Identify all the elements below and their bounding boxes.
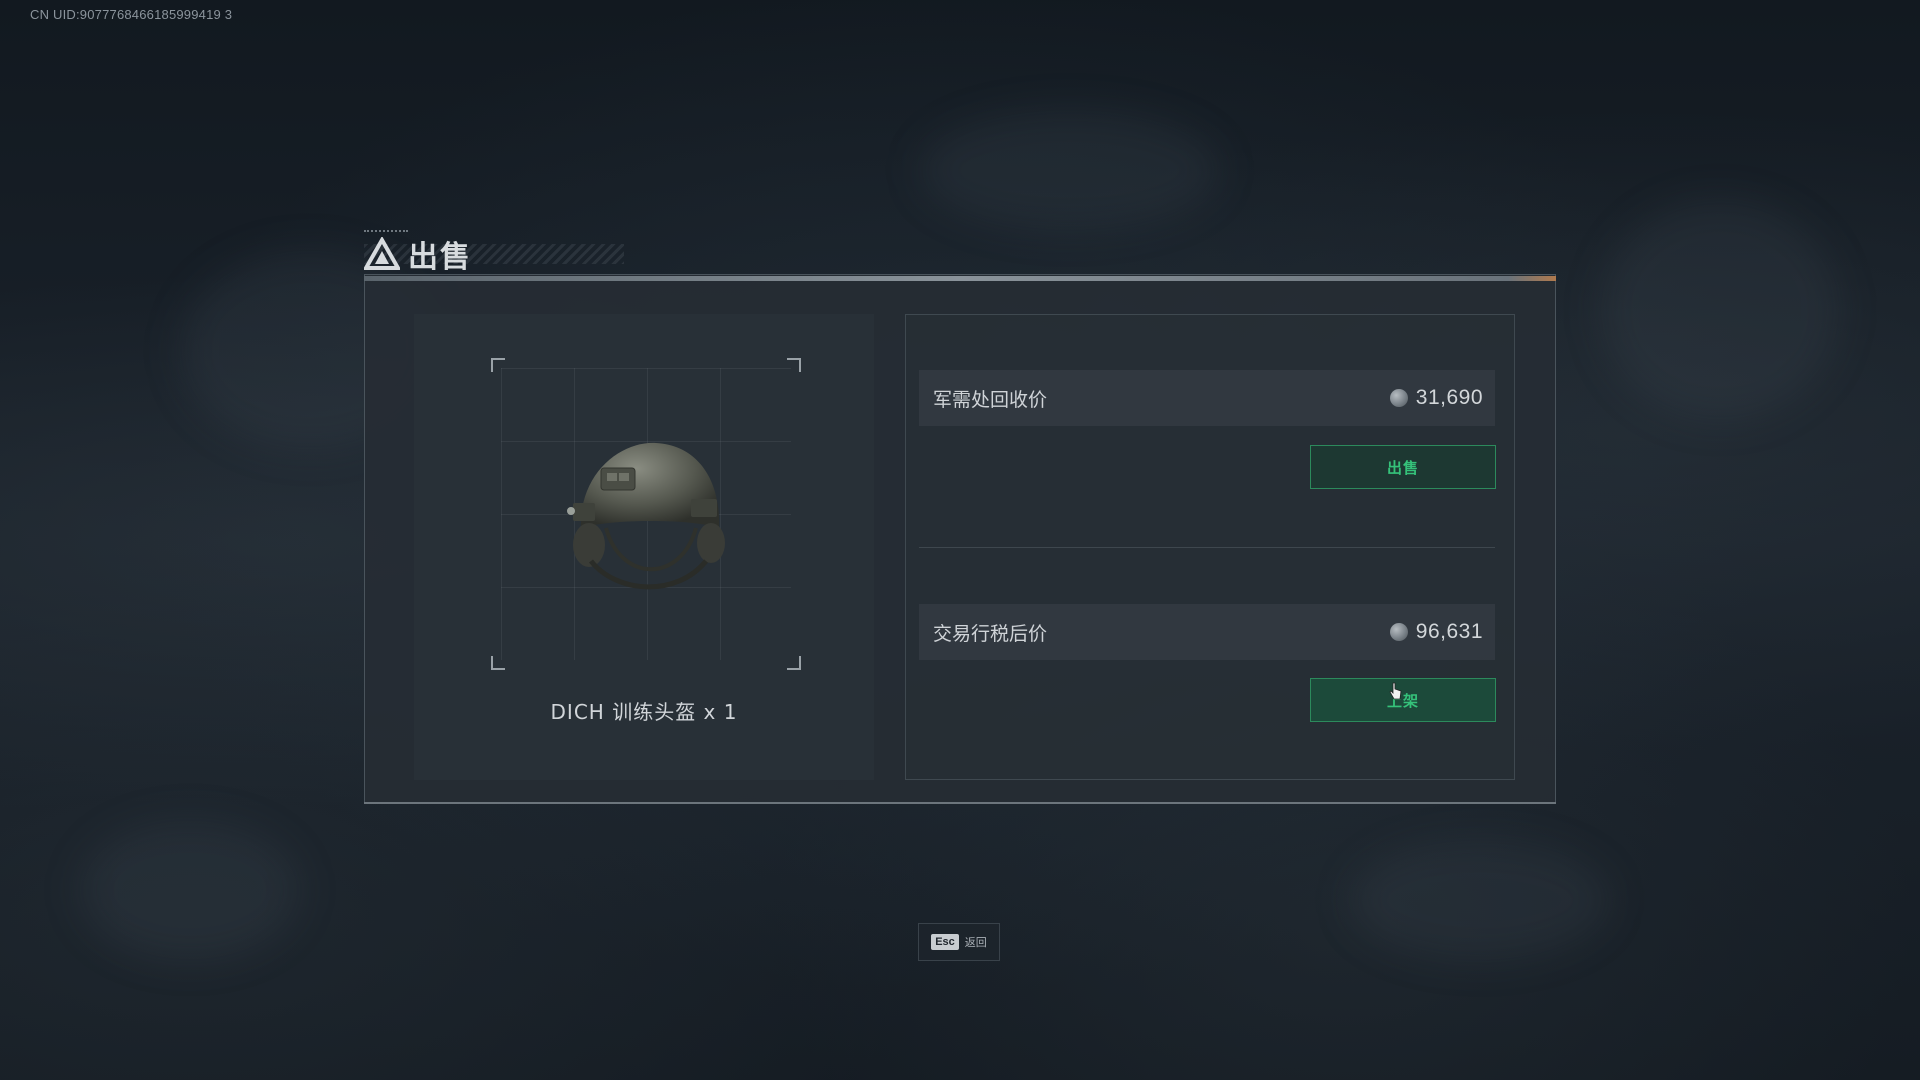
dialog-title-text: 出售 (408, 240, 472, 275)
recycle-price-row: 军需处回收价 31,690 (919, 370, 1495, 426)
list-button[interactable]: 上架 (1310, 678, 1496, 722)
market-price-label: 交易行税后价 (933, 623, 1048, 645)
market-price-row: 交易行税后价 96,631 (919, 604, 1495, 660)
dialog-bottom-line (364, 802, 1556, 804)
mouse-cursor-icon (1389, 682, 1402, 700)
back-label: 返回 (964, 936, 987, 949)
coin-icon (1389, 623, 1408, 641)
market-price-value-group: 96,631 (1389, 620, 1483, 644)
item-name: DICH 训练头盔 x 1 (550, 700, 738, 724)
recycle-price-label: 军需处回收价 (933, 389, 1048, 411)
sell-button[interactable]: 出售 (1310, 445, 1496, 489)
esc-back-hint[interactable]: Esc 返回 (918, 923, 1000, 961)
recycle-price-value-group: 31,690 (1389, 386, 1483, 410)
item-preview-frame (491, 358, 801, 670)
dialog-top-bar (364, 276, 1556, 281)
player-uid: CN UID:9077768466185999419 3 (30, 7, 233, 22)
helmet-icon (567, 442, 725, 590)
delta-logo-icon (364, 237, 400, 270)
dialog-title: 出售 (364, 232, 472, 276)
recycle-price-value: 31,690 (1415, 386, 1483, 409)
section-divider (919, 547, 1495, 548)
esc-key: Esc (931, 934, 959, 950)
market-price-value: 96,631 (1415, 620, 1483, 643)
coin-icon (1389, 389, 1408, 407)
